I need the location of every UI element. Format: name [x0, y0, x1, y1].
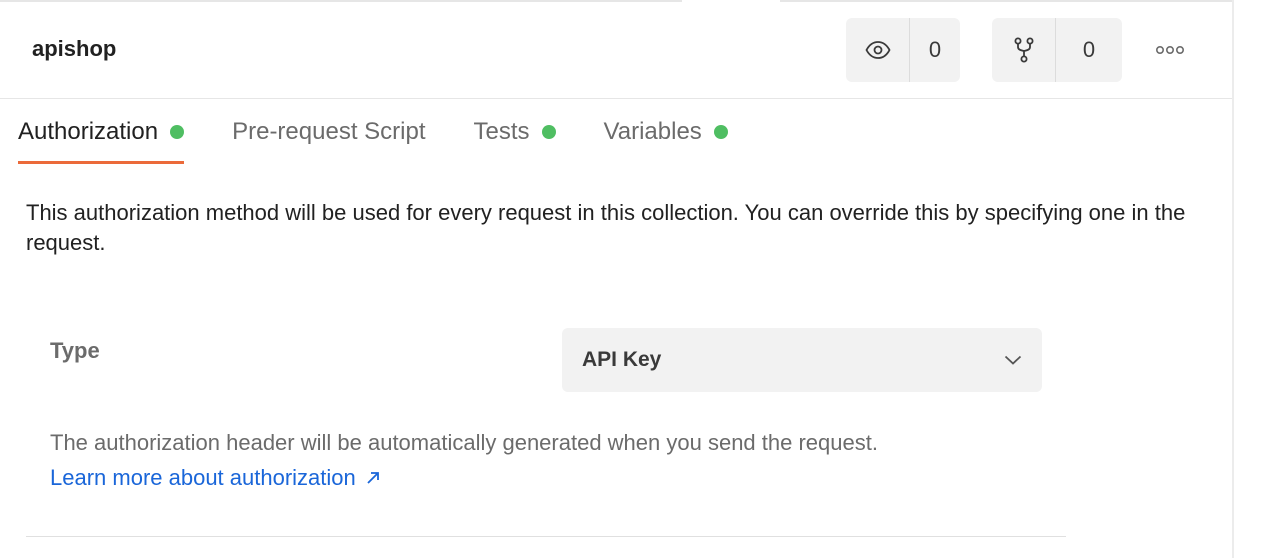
tab-variables[interactable]: Variables	[604, 100, 728, 164]
fork-button[interactable]: 0	[992, 18, 1122, 82]
more-horizontal-icon	[1155, 45, 1184, 55]
auth-help-text: The authorization header will be automat…	[50, 430, 878, 455]
tab-tests-label: Tests	[473, 118, 530, 145]
tab-variables-label: Variables	[603, 118, 702, 145]
arrow-up-right-icon	[366, 471, 380, 485]
more-options-button[interactable]	[1150, 34, 1190, 66]
fork-icon	[992, 18, 1056, 82]
auth-type-value: API Key	[582, 348, 662, 371]
auth-description: This authorization method will be used f…	[26, 200, 1186, 255]
collection-tabs: Authorization Pre-request Script Tests V…	[18, 100, 776, 164]
tab-authorization-label: Authorization	[18, 118, 159, 145]
tab-authorization[interactable]: Authorization	[18, 100, 185, 164]
tab-pre-request-script-label: Pre-request Script	[232, 118, 426, 145]
tab-authorization-status-dot	[170, 125, 185, 139]
fork-count: 0	[1082, 37, 1096, 62]
auth-type-select[interactable]: API Key	[562, 328, 1042, 392]
tab-tests-status-dot	[541, 125, 556, 139]
tab-variables-status-dot	[713, 125, 728, 139]
chevron-down-icon	[1004, 355, 1022, 365]
learn-more-label: Learn more about authorization	[50, 465, 356, 490]
auth-type-label: Type	[50, 338, 100, 363]
tab-pre-request-script[interactable]: Pre-request Script	[232, 100, 425, 164]
section-divider	[26, 536, 1066, 537]
right-panel-divider	[1232, 0, 1234, 558]
eye-icon	[846, 18, 910, 82]
tab-tests[interactable]: Tests	[474, 100, 556, 164]
watch-count: 0	[928, 37, 942, 62]
watch-button[interactable]: 0	[846, 18, 960, 82]
collection-header: apishop 0 0	[0, 2, 1232, 99]
collection-title: apishop	[32, 36, 117, 61]
learn-more-link[interactable]: Learn more about authorization	[50, 465, 380, 491]
